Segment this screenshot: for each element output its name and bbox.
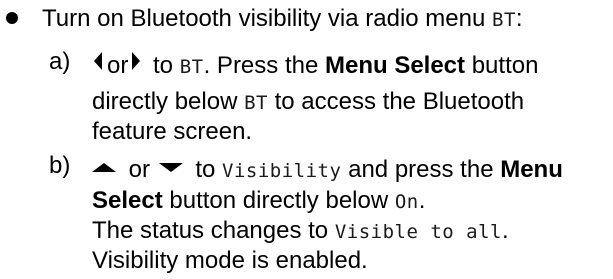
step-b-period: . bbox=[418, 187, 426, 214]
step-b-line1: b) or to Visibility and press the Menu bbox=[49, 152, 563, 187]
step-a-line1: a) or to BT. Press the Menu Select button bbox=[49, 48, 539, 83]
bullet-colon: : bbox=[515, 5, 523, 32]
bullet-item: Turn on Bluetooth visibility via radio m… bbox=[6, 3, 523, 36]
bullet-text: Turn on Bluetooth visibility via radio m… bbox=[42, 5, 492, 32]
on-display-text: On bbox=[394, 191, 419, 213]
step-a-button: button bbox=[465, 52, 539, 79]
step-b-period2: . bbox=[501, 217, 509, 244]
up-arrow-icon bbox=[92, 163, 116, 173]
step-b-or: or bbox=[122, 156, 157, 183]
step-a-line3: feature screen. bbox=[92, 116, 252, 148]
right-arrow-icon bbox=[132, 51, 141, 70]
step-b-line2: Select button directly below On. bbox=[92, 185, 425, 218]
menu-select-label: Menu Select bbox=[324, 52, 466, 79]
menu-label: Menu bbox=[500, 156, 563, 183]
step-a-press: . Press the bbox=[203, 52, 325, 79]
left-arrow-icon bbox=[94, 51, 102, 70]
step-a-feature-screen: feature screen. bbox=[92, 118, 253, 145]
step-a-or: or bbox=[107, 52, 129, 79]
step-a-access: to access the Bluetooth bbox=[267, 88, 525, 115]
step-b-marker: b) bbox=[49, 152, 71, 179]
step-b-button-below: button directly below bbox=[162, 187, 395, 214]
step-a-directly-below: directly below bbox=[92, 88, 245, 115]
step-a-marker: a) bbox=[49, 48, 71, 75]
step-a-line2: directly below BT to access the Bluetoot… bbox=[92, 86, 524, 119]
step-b-and-press: and press the bbox=[341, 156, 501, 183]
step-b-line4: Visibility mode is enabled. bbox=[92, 245, 368, 277]
visible-to-all-display-text: Visible to all bbox=[334, 221, 502, 243]
step-b-status-changes: The status changes to bbox=[92, 217, 335, 244]
visibility-display-text: Visibility bbox=[222, 160, 342, 182]
step-a-to: to bbox=[146, 52, 180, 79]
step-b-enabled: Visibility mode is enabled. bbox=[92, 247, 368, 274]
step-b-to: to bbox=[188, 156, 223, 183]
down-arrow-icon bbox=[158, 163, 183, 173]
bt-display-text: BT bbox=[244, 92, 268, 114]
select-label: Select bbox=[92, 187, 163, 214]
bt-display-text: BT bbox=[492, 9, 516, 31]
bt-display-text: BT bbox=[179, 56, 204, 78]
bullet-dot bbox=[6, 11, 18, 24]
step-b-line3: The status changes to Visible to all. bbox=[92, 215, 509, 248]
